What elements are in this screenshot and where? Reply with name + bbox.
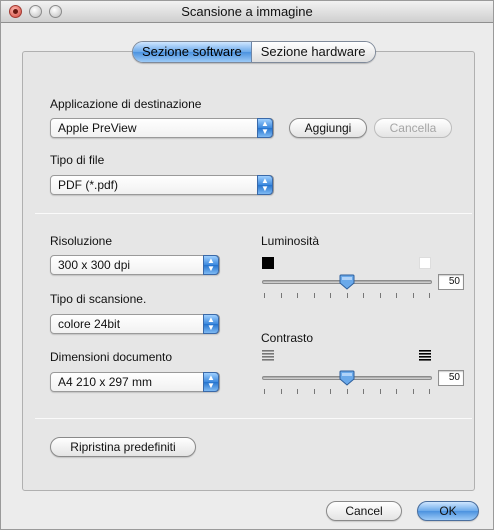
contrast-ticks	[264, 389, 430, 395]
tab-hardware[interactable]: Sezione hardware	[251, 42, 375, 62]
scan-type-label: Tipo di scansione.	[50, 292, 147, 306]
contrast-label: Contrasto	[261, 331, 314, 345]
resolution-select[interactable]: 300 x 300 dpi ▲ ▼	[50, 255, 220, 275]
resolution-label: Risoluzione	[50, 234, 113, 248]
divider	[35, 213, 472, 214]
destination-value: Apple PreView	[58, 121, 137, 135]
destination-select[interactable]: Apple PreView ▲ ▼	[50, 118, 274, 138]
brightness-label: Luminosità	[261, 234, 320, 248]
add-button[interactable]: Aggiungi	[289, 118, 367, 138]
updown-arrows-icon: ▲ ▼	[203, 372, 219, 392]
title-bar[interactable]: Scansione a immagine	[1, 1, 493, 23]
zoom-window-button[interactable]	[49, 5, 62, 18]
reset-defaults-button[interactable]: Ripristina predefiniti	[50, 437, 196, 457]
tab-bar: Sezione software Sezione hardware	[132, 41, 376, 63]
dialog-window: Scansione a immagine Sezione software Se…	[0, 0, 494, 530]
contrast-value[interactable]: 50	[438, 370, 464, 386]
scan-type-select[interactable]: colore 24bit ▲ ▼	[50, 314, 220, 334]
file-type-value: PDF (*.pdf)	[58, 178, 119, 192]
doc-size-value: A4 210 x 297 mm	[58, 375, 153, 389]
updown-arrows-icon: ▲ ▼	[203, 314, 219, 334]
minimize-window-button[interactable]	[29, 5, 42, 18]
doc-size-label: Dimensioni documento	[50, 350, 173, 364]
contrast-slider-knob[interactable]	[339, 370, 355, 386]
cancel-button[interactable]: Cancel	[326, 501, 402, 521]
destination-label: Applicazione di destinazione	[50, 97, 202, 111]
close-window-button[interactable]	[9, 5, 22, 18]
updown-arrows-icon: ▲ ▼	[203, 255, 219, 275]
low-contrast-icon	[262, 350, 274, 361]
updown-arrows-icon: ▲ ▼	[257, 118, 273, 138]
file-type-label: Tipo di file	[50, 153, 105, 167]
scan-type-value: colore 24bit	[58, 317, 121, 331]
divider	[35, 418, 472, 419]
tab-software[interactable]: Sezione software	[133, 42, 252, 62]
doc-size-select[interactable]: A4 210 x 297 mm ▲ ▼	[50, 372, 220, 392]
window-title: Scansione a immagine	[181, 4, 313, 19]
brightness-ticks	[264, 293, 430, 299]
remove-button[interactable]: Cancella	[374, 118, 452, 138]
brightness-value[interactable]: 50	[438, 274, 464, 290]
ok-button[interactable]: OK	[417, 501, 479, 521]
high-contrast-icon	[419, 350, 431, 361]
resolution-value: 300 x 300 dpi	[58, 258, 131, 272]
brightness-slider-knob[interactable]	[339, 274, 355, 290]
black-square-icon	[262, 257, 274, 269]
file-type-select[interactable]: PDF (*.pdf) ▲ ▼	[50, 175, 274, 195]
updown-arrows-icon: ▲ ▼	[257, 175, 273, 195]
white-square-icon	[419, 257, 431, 269]
